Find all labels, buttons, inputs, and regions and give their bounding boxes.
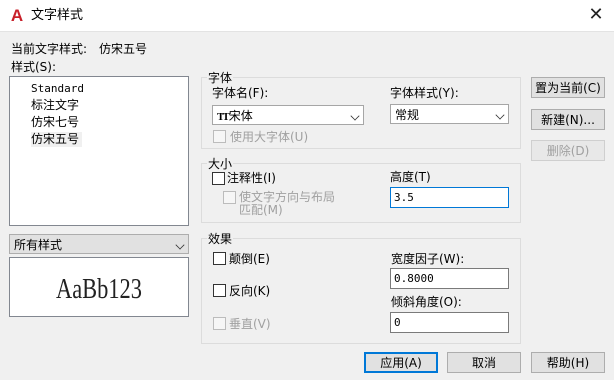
upside-down-checkbox[interactable] — [213, 252, 226, 265]
help-button[interactable]: 帮助(H) — [531, 352, 605, 373]
oblique-angle-input[interactable]: 0 — [390, 312, 509, 333]
font-name-label: 字体名(F): — [212, 86, 269, 100]
title-bar — [0, 0, 614, 32]
vertical-checkbox[interactable] — [213, 317, 226, 330]
set-current-button[interactable]: 置为当前(C) — [531, 77, 605, 98]
autocad-app-icon: A — [10, 6, 24, 25]
delete-style-button[interactable]: 删除(D) — [531, 140, 605, 161]
preview-text: AaBb123 — [56, 274, 142, 305]
bigfont-checkbox[interactable] — [213, 130, 226, 143]
font-group-title: 字体 — [207, 71, 234, 85]
list-item[interactable]: 标注文字 — [31, 98, 79, 113]
list-item[interactable]: Standard — [31, 81, 84, 96]
list-item[interactable]: 仿宋七号 — [31, 115, 79, 130]
list-item-selected[interactable]: 仿宋五号 — [31, 132, 83, 147]
chevron-down-icon — [350, 111, 360, 121]
match-orientation-checkbox[interactable] — [223, 191, 236, 204]
styles-label: 样式(S): — [11, 60, 57, 74]
vertical-label: 垂直(V) — [229, 317, 271, 331]
preview-box: AaBb123 — [9, 257, 189, 317]
font-style-label: 字体样式(Y): — [390, 86, 459, 100]
height-input[interactable]: 3.5 — [390, 187, 509, 208]
effects-group-title: 效果 — [207, 232, 234, 246]
current-style-value: 仿宋五号 — [99, 42, 148, 56]
style-filter-value: 所有样式 — [14, 238, 63, 252]
width-factor-input[interactable]: 0.8000 — [390, 268, 509, 289]
close-icon[interactable]: ✕ — [584, 4, 608, 28]
chevron-down-icon — [495, 110, 505, 120]
truetype-font-icon: TT — [217, 111, 230, 123]
match-orientation-label-line2: 匹配(M) — [239, 203, 283, 217]
cancel-button[interactable]: 取消 — [447, 352, 521, 373]
backwards-checkbox[interactable] — [213, 284, 226, 297]
annotative-checkbox[interactable] — [212, 172, 225, 185]
height-label: 高度(T) — [390, 170, 431, 184]
apply-button[interactable]: 应用(A) — [364, 352, 438, 373]
annotative-label: 注释性(I) — [227, 171, 276, 185]
oblique-angle-label: 倾斜角度(O): — [391, 295, 462, 309]
font-name-dropdown[interactable]: TT宋体 — [212, 105, 364, 125]
styles-listbox[interactable]: Standard 标注文字 仿宋七号 仿宋五号 — [9, 76, 189, 226]
current-style-label: 当前文字样式: — [11, 42, 88, 56]
size-group-title: 大小 — [207, 157, 234, 171]
match-orientation-label-line1: 使文字方向与布局 — [239, 190, 336, 204]
font-name-value: 宋体 — [228, 109, 253, 123]
upside-down-label: 颠倒(E) — [229, 252, 270, 266]
chevron-down-icon — [175, 240, 185, 250]
window-title: 文字样式 — [31, 8, 84, 23]
style-filter-dropdown[interactable]: 所有样式 — [9, 234, 189, 254]
bigfont-label: 使用大字体(U) — [230, 130, 309, 144]
font-style-dropdown[interactable]: 常规 — [390, 104, 509, 124]
backwards-label: 反向(K) — [229, 284, 271, 298]
new-style-button[interactable]: 新建(N)... — [531, 109, 605, 130]
width-factor-label: 宽度因子(W): — [391, 252, 465, 266]
font-style-value: 常规 — [395, 108, 420, 122]
